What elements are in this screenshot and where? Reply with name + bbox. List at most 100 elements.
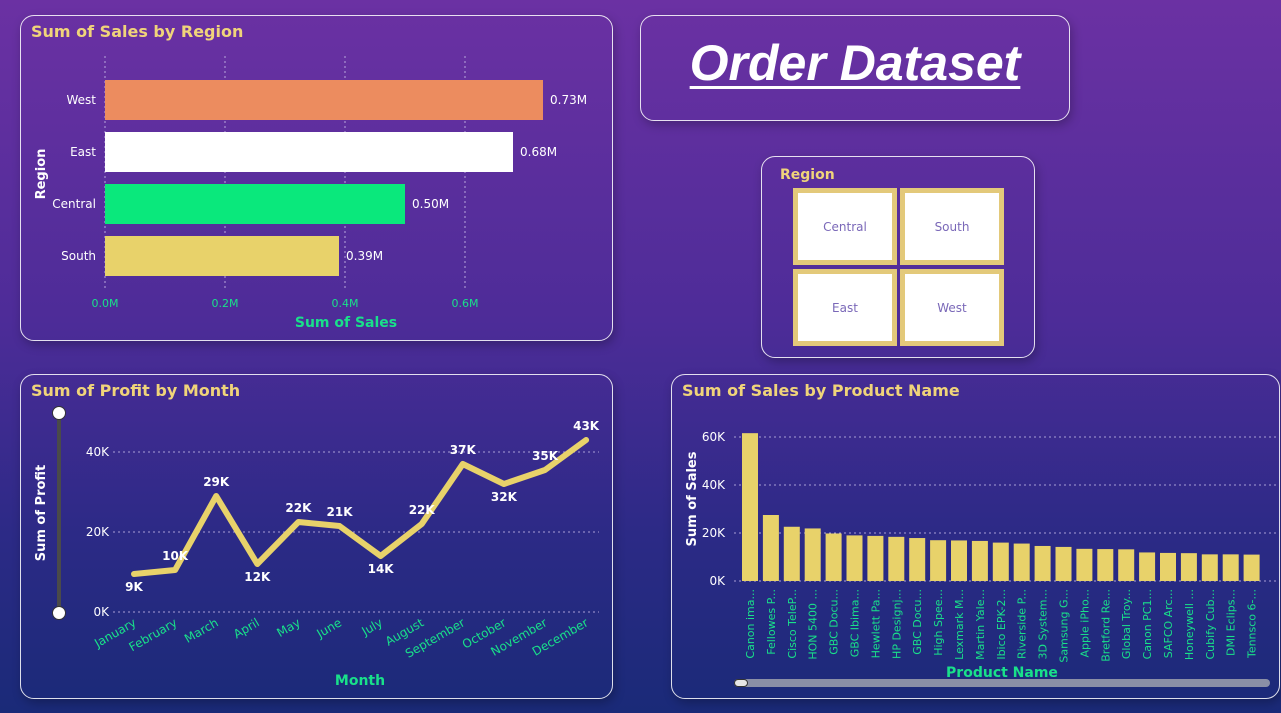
data-label: 0.39M xyxy=(346,249,383,263)
x-category-label: Tennsco 6-... xyxy=(1246,589,1259,659)
x-category-label: Honeywell ... xyxy=(1183,589,1196,660)
bar xyxy=(762,515,779,581)
bar xyxy=(783,526,800,581)
bar xyxy=(825,533,842,581)
x-tick-label: 0.6M xyxy=(452,297,479,310)
y-axis-title: Region xyxy=(34,149,49,200)
slicer-tile-south[interactable]: South xyxy=(900,188,1004,265)
bar xyxy=(1160,552,1176,581)
bar xyxy=(1139,552,1156,581)
bar xyxy=(971,540,988,581)
bar xyxy=(992,542,1009,581)
bar xyxy=(105,132,513,172)
data-label: 43K xyxy=(573,419,600,433)
slicer-tile-east[interactable]: East xyxy=(793,269,897,346)
x-category-label: DMI Eclips... xyxy=(1225,589,1238,656)
bar xyxy=(1222,554,1239,581)
data-label: 32K xyxy=(491,490,518,504)
x-axis-title: Month xyxy=(335,673,385,689)
y-category-label: West xyxy=(66,93,96,107)
dashboard-title-card: Order Dataset xyxy=(640,15,1070,121)
data-label: 0.73M xyxy=(550,93,587,107)
profit-by-month-chart: 0K20K40K9KJanuary10KFebruary29KMarch12KA… xyxy=(34,406,600,689)
x-category-label: Canon PC1... xyxy=(1141,589,1154,659)
profit-by-month-card: Sum of Profit by Month 0K 20K 40K 9K January… xyxy=(20,374,613,699)
bar xyxy=(1201,554,1218,581)
bar xyxy=(804,528,821,581)
dashboard-title: Order Dataset xyxy=(689,35,1021,91)
sales-by-region-card: Sum of Sales by Region 0.0M 0.2M 0.4M 0.6M W… xyxy=(20,15,613,341)
y-tick-label: 20K xyxy=(702,526,726,540)
x-category-label: Ibico EPK-2... xyxy=(995,589,1008,660)
product-scrollbar-track[interactable] xyxy=(734,679,1270,687)
x-tick-label: 0.2M xyxy=(212,297,239,310)
bar xyxy=(1097,549,1114,581)
x-tick-label: 0.4M xyxy=(332,297,359,310)
y-category-label: South xyxy=(61,249,96,263)
bar xyxy=(867,535,884,581)
x-tick-label: 0.0M xyxy=(92,297,119,310)
data-label: 21K xyxy=(327,505,354,519)
x-category-label: Canon ima... xyxy=(744,589,757,659)
x-category-label: March xyxy=(182,615,221,645)
bar xyxy=(1180,553,1197,581)
x-category-label: GBC Ibima... xyxy=(849,589,862,657)
x-category-label: HP Designj... xyxy=(890,589,903,659)
bar xyxy=(105,236,339,276)
x-category-label: Martin Yale... xyxy=(974,589,987,660)
data-label: 22K xyxy=(285,501,312,515)
data-label: 14K xyxy=(368,562,395,576)
y-range-slider-bottom-handle xyxy=(52,606,66,620)
x-category-label: Riverside P... xyxy=(1016,589,1029,659)
bar xyxy=(888,536,905,581)
bar xyxy=(909,538,926,581)
bar xyxy=(930,540,947,581)
y-axis-title: Sum of Sales xyxy=(685,451,700,546)
y-tick-label: 40K xyxy=(86,445,110,459)
y-range-slider-top-handle xyxy=(52,406,66,420)
sales-by-product-card: Sum of Sales by Product Name 0K 20K 40K 60K… xyxy=(671,374,1280,699)
data-label: 12K xyxy=(244,570,271,584)
region-slicer: Region Central South East West xyxy=(761,156,1035,358)
bar xyxy=(1243,554,1260,581)
data-label: 9K xyxy=(125,580,143,594)
data-label: 35K xyxy=(532,449,559,463)
slicer-tile-central[interactable]: Central xyxy=(793,188,897,265)
y-category-label: Central xyxy=(52,197,96,211)
bar xyxy=(105,184,405,224)
x-category-label: 3D System... xyxy=(1037,589,1050,659)
bar xyxy=(105,80,543,120)
bar xyxy=(742,433,758,581)
y-tick-label: 60K xyxy=(702,430,726,444)
bar xyxy=(1076,548,1093,581)
x-category-label: Lexmark M... xyxy=(953,589,966,660)
x-category-label: Hewlett Pa... xyxy=(869,589,882,658)
x-category-label: High Spee... xyxy=(932,589,945,656)
y-tick-label: 20K xyxy=(86,525,110,539)
data-label: 0.50M xyxy=(412,197,449,211)
x-category-label: July xyxy=(359,615,386,638)
x-category-label: Bretford Re... xyxy=(1099,589,1112,662)
x-category-label: HON 5400 ... xyxy=(807,589,820,660)
x-category-label: Apple iPho... xyxy=(1078,589,1091,658)
x-category-label: June xyxy=(313,615,344,641)
sales-by-region-chart: 0.0M 0.2M 0.4M 0.6M West 0.73M East 0.68M Centra… xyxy=(34,56,587,331)
bar xyxy=(1055,546,1072,581)
product-scrollbar-thumb[interactable] xyxy=(734,679,748,687)
x-category-label: April xyxy=(231,615,262,641)
x-category-label: Samsung G... xyxy=(1058,589,1071,663)
y-tick-label: 40K xyxy=(702,478,726,492)
slicer-tile-west[interactable]: West xyxy=(900,269,1004,346)
data-label: 10K xyxy=(162,549,189,563)
x-category-label: Cubify Cub... xyxy=(1204,589,1217,660)
data-label: 29K xyxy=(203,475,230,489)
y-tick-label: 0K xyxy=(709,574,726,588)
x-category-label: May xyxy=(274,615,302,640)
x-category-label: SAFCO Arc... xyxy=(1162,589,1175,658)
bar xyxy=(951,540,967,581)
bar xyxy=(1034,545,1051,581)
y-axis-title: Sum of Profit xyxy=(34,465,49,562)
data-label: 0.68M xyxy=(520,145,557,159)
bar xyxy=(1118,549,1135,581)
bar xyxy=(846,535,863,581)
